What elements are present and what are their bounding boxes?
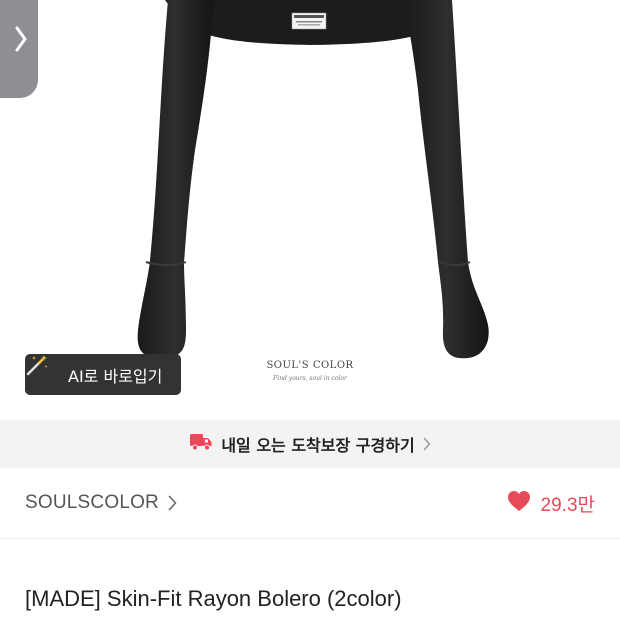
product-image[interactable]: SOUL'S COLOR Find yours, soul in color A… bbox=[0, 0, 620, 420]
heart-icon bbox=[507, 490, 531, 516]
brand-row: SOULSCOLOR 29.3만 bbox=[0, 478, 620, 528]
ai-try-on-label: AI로 바로입기 bbox=[68, 366, 163, 386]
brand-watermark-tagline: Find yours, soul in color bbox=[273, 375, 347, 382]
ai-try-on-button[interactable]: AI로 바로입기 bbox=[25, 354, 181, 395]
chevron-right-icon bbox=[423, 437, 431, 451]
chevron-right-icon bbox=[15, 26, 27, 52]
brand-name: SOULSCOLOR bbox=[25, 492, 159, 513]
brand-watermark-name: SOUL'S COLOR bbox=[266, 360, 354, 371]
like-count: 29.3만 bbox=[540, 494, 595, 516]
section-divider bbox=[0, 538, 620, 539]
delivery-guarantee-banner[interactable]: 내일 오는 도착보장 구경하기 bbox=[0, 420, 620, 468]
chevron-right-icon bbox=[168, 495, 177, 511]
product-title: [MADE] Skin-Fit Rayon Bolero (2color) bbox=[25, 586, 402, 611]
image-nav-tab[interactable] bbox=[0, 0, 38, 98]
brand-link[interactable]: SOULSCOLOR bbox=[25, 492, 177, 514]
delivery-truck-icon bbox=[189, 432, 213, 456]
brand-watermark: SOUL'S COLOR Find yours, soul in color bbox=[250, 360, 370, 382]
magic-wand-icon bbox=[26, 355, 61, 387]
like-button[interactable]: 29.3만 bbox=[507, 490, 595, 517]
delivery-banner-label: 내일 오는 도착보장 구경하기 bbox=[221, 436, 415, 455]
